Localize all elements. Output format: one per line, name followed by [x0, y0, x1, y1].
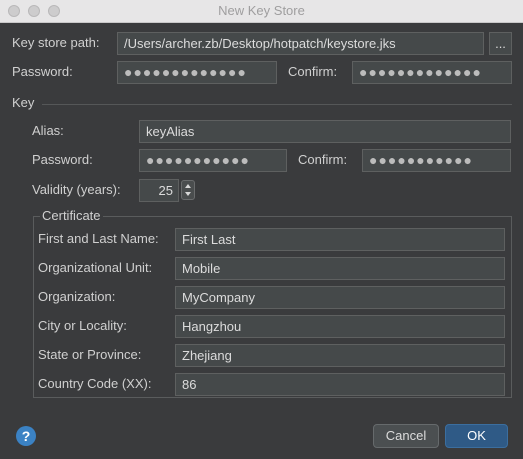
organization-label: Organization: — [38, 289, 116, 304]
key-confirm-label: Confirm: — [298, 152, 348, 167]
key-password-input[interactable]: ●●●●●●●●●●● — [139, 149, 287, 172]
certificate-section-label: Certificate — [40, 205, 103, 227]
city-locality-label: City or Locality: — [38, 318, 127, 333]
organizational-unit-label: Organizational Unit: — [38, 260, 153, 275]
first-last-name-input[interactable]: First Last — [175, 228, 505, 251]
key-section-label: Key — [12, 95, 35, 110]
key-section-divider — [42, 104, 512, 105]
keystore-password-label: Password: — [12, 64, 73, 79]
country-code-label: Country Code (XX): — [38, 376, 152, 391]
validity-stepper[interactable] — [181, 180, 195, 200]
organization-input[interactable]: MyCompany — [175, 286, 505, 309]
stepper-arrows-icon — [185, 184, 191, 196]
help-icon[interactable]: ? — [16, 426, 36, 446]
window-title: New Key Store — [218, 3, 305, 18]
state-province-label: State or Province: — [38, 347, 142, 362]
organizational-unit-input[interactable]: Mobile — [175, 257, 505, 280]
first-last-name-label: First and Last Name: — [38, 231, 159, 246]
alias-input[interactable]: keyAlias — [139, 120, 511, 143]
keystore-confirm-input[interactable]: ●●●●●●●●●●●●● — [352, 61, 512, 84]
alias-label: Alias: — [32, 123, 64, 138]
keystore-path-input[interactable]: /Users/archer.zb/Desktop/hotpatch/keysto… — [117, 32, 484, 55]
keystore-path-label: Key store path: — [12, 35, 100, 50]
city-locality-input[interactable]: Hangzhou — [175, 315, 505, 338]
key-password-label: Password: — [32, 152, 93, 167]
keystore-password-input[interactable]: ●●●●●●●●●●●●● — [117, 61, 277, 84]
cancel-button[interactable]: Cancel — [373, 424, 439, 448]
validity-input[interactable]: 25 — [139, 179, 179, 202]
keystore-confirm-label: Confirm: — [288, 64, 338, 79]
country-code-input[interactable]: 86 — [175, 373, 505, 396]
browse-button[interactable]: ... — [489, 32, 512, 55]
key-confirm-input[interactable]: ●●●●●●●●●●● — [362, 149, 511, 172]
validity-label: Validity (years): — [32, 182, 121, 197]
ok-button[interactable]: OK — [445, 424, 508, 448]
state-province-input[interactable]: Zhejiang — [175, 344, 505, 367]
